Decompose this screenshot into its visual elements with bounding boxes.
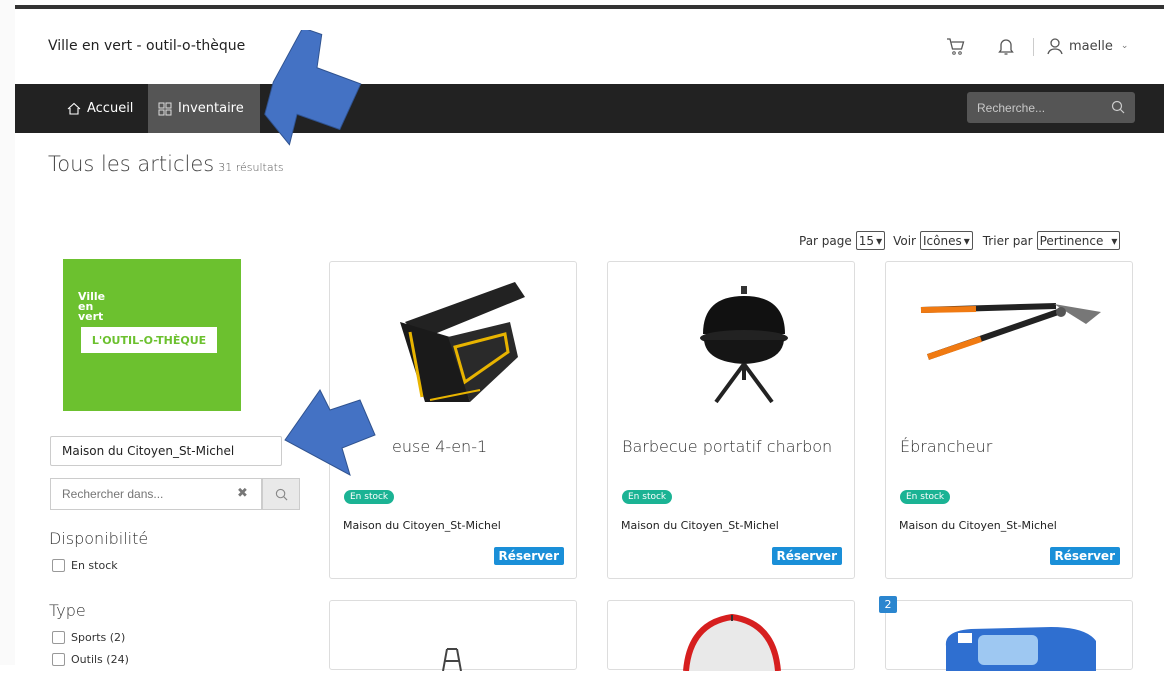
reserve-button[interactable]: Réserver (1049, 547, 1120, 565)
grid-icon (158, 102, 172, 115)
logo-ville: Ville en vert (78, 290, 106, 323)
per-page-select[interactable]: 15 ▾ (855, 231, 886, 250)
top-border (15, 5, 1164, 9)
ladder-image (442, 648, 462, 672)
product-card[interactable]: Ébrancheur En stock Maison du Citoyen_St… (885, 261, 1133, 579)
location-select[interactable]: Maison du Citoyen_St-Michel (50, 436, 282, 466)
chevron-down-icon: ⌄ (1120, 41, 1129, 51)
view-label: Voir (893, 233, 916, 248)
stock-badge: En stock (344, 490, 395, 504)
bell-icon[interactable] (995, 35, 1017, 57)
image-count-badge: 2 (879, 596, 897, 613)
checkbox[interactable] (52, 559, 65, 572)
home-icon (67, 102, 81, 115)
nav-inventory-label: Inventaire (178, 101, 244, 116)
view-select[interactable]: Icônes ▾ (919, 231, 973, 250)
view-value: Icônes (922, 233, 962, 248)
sort-select[interactable]: Pertinence ▾ (1036, 231, 1121, 250)
per-page-label: Par page (799, 233, 852, 248)
reserve-button[interactable]: Réserver (493, 547, 564, 565)
page-title-text: Tous les articles (48, 152, 215, 176)
header: Ville en vert - outil-o-thèque maelle ⌄ (15, 10, 1164, 84)
listing-controls: Par page 15 ▾ Voir Icônes ▾ Trier par Pert… (799, 231, 1121, 250)
clear-icon[interactable]: ✖ (237, 486, 248, 501)
facet-in-stock-label: En stock (71, 559, 118, 572)
reserve-button[interactable]: Réserver (771, 547, 842, 565)
header-divider (1033, 38, 1034, 56)
user-icon (1047, 38, 1063, 55)
logo-badge: L'OUTIL-O-THÈQUE (81, 327, 217, 353)
user-menu[interactable]: maelle ⌄ (1045, 36, 1128, 56)
location-value: Maison du Citoyen_St-Michel (62, 444, 235, 458)
product-location: Maison du Citoyen_St-Michel (343, 519, 501, 532)
sort-label: Trier par (982, 233, 1033, 248)
sidebar-search: ✖ (50, 478, 300, 510)
sidebar-search-input[interactable] (50, 478, 262, 510)
cart-icon[interactable] (945, 35, 967, 57)
chevron-down-icon: ▾ (963, 233, 970, 248)
facet-tools-label: Outils (24) (71, 653, 129, 666)
left-gutter (0, 0, 15, 665)
product-card[interactable] (329, 600, 577, 672)
facet-availability-title: Disponibilité (49, 529, 149, 548)
product-card[interactable] (607, 600, 855, 672)
search-icon[interactable] (1111, 100, 1125, 114)
product-location: Maison du Citoyen_St-Michel (621, 519, 779, 532)
sort-value: Pertinence (1039, 233, 1104, 248)
net-image (683, 613, 781, 672)
checkbox[interactable] (52, 631, 65, 644)
lopper-image (920, 303, 1101, 360)
username: maelle (1069, 38, 1113, 54)
stock-badge: En stock (900, 490, 951, 504)
facet-tools[interactable]: Outils (24) (52, 653, 129, 666)
nav-home-label: Accueil (87, 101, 134, 116)
nav-inventory[interactable]: Inventaire (148, 84, 260, 133)
annotation-arrow (284, 389, 376, 477)
product-card[interactable]: Barbecue portatif charbon En stock Maiso… (607, 261, 855, 579)
outilotheque-logo: Ville en vert L'OUTIL-O-THÈQUE (63, 259, 241, 411)
product-name[interactable]: Barbecue portatif charbon (622, 437, 832, 456)
barbecue-image (700, 286, 788, 404)
chevron-down-icon: ▾ (1111, 233, 1118, 248)
nav-home[interactable]: Accueil (55, 84, 145, 133)
chevron-down-icon: ▾ (876, 233, 883, 248)
checkbox[interactable] (52, 653, 65, 666)
product-name[interactable]: Ébrancheur (900, 437, 992, 456)
facet-sports-label: Sports (2) (71, 631, 126, 644)
nav-search-input[interactable] (967, 92, 1117, 123)
facet-sports[interactable]: Sports (2) (52, 631, 125, 644)
page-title: Tous les articles 31 résultats (48, 152, 284, 176)
product-card[interactable] (885, 600, 1133, 671)
product-name[interactable]: euse 4-en-1 (392, 437, 487, 456)
navbar: Accueil Inventaire (15, 84, 1164, 133)
kit-image (945, 627, 1096, 671)
stock-badge: En stock (622, 490, 673, 504)
annotation-arrow (264, 30, 362, 146)
facet-type-title: Type (49, 601, 86, 620)
per-page-value: 15 (858, 233, 875, 248)
brand-title[interactable]: Ville en vert - outil-o-thèque (48, 38, 245, 54)
result-count: 31 résultats (218, 161, 284, 174)
product-location: Maison du Citoyen_St-Michel (899, 519, 1057, 532)
facet-in-stock[interactable]: En stock (52, 559, 118, 572)
nav-search (967, 92, 1135, 123)
